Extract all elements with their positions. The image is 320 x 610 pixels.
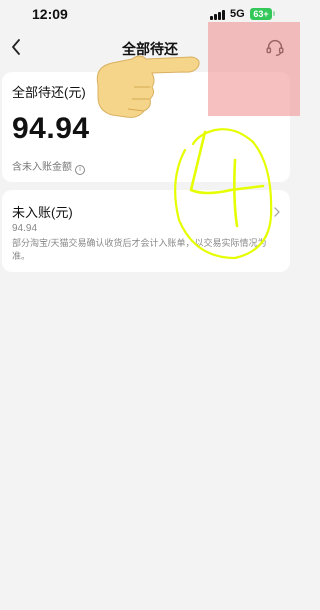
total-due-amount: 94.94 bbox=[12, 112, 90, 145]
info-icon[interactable]: i bbox=[75, 165, 85, 175]
handwritten-four-annotation bbox=[174, 128, 273, 260]
unbilled-note-text: 含未入账金额 bbox=[12, 162, 72, 173]
unbilled-note[interactable]: 含未入账金额 i bbox=[12, 158, 85, 175]
pointing-hand-icon bbox=[96, 55, 200, 118]
network-type: 5G bbox=[230, 8, 245, 20]
unbilled-amount: 94.94 bbox=[12, 223, 38, 234]
signal-icon bbox=[210, 10, 226, 20]
battery-icon: 63+ bbox=[250, 8, 272, 20]
unbilled-label: 未入账(元) bbox=[12, 205, 73, 220]
total-due-label: 全部待还(元) bbox=[12, 85, 86, 100]
battery-tip bbox=[273, 11, 275, 16]
highlight-overlay bbox=[208, 22, 300, 116]
status-time: 12:09 bbox=[32, 6, 68, 22]
